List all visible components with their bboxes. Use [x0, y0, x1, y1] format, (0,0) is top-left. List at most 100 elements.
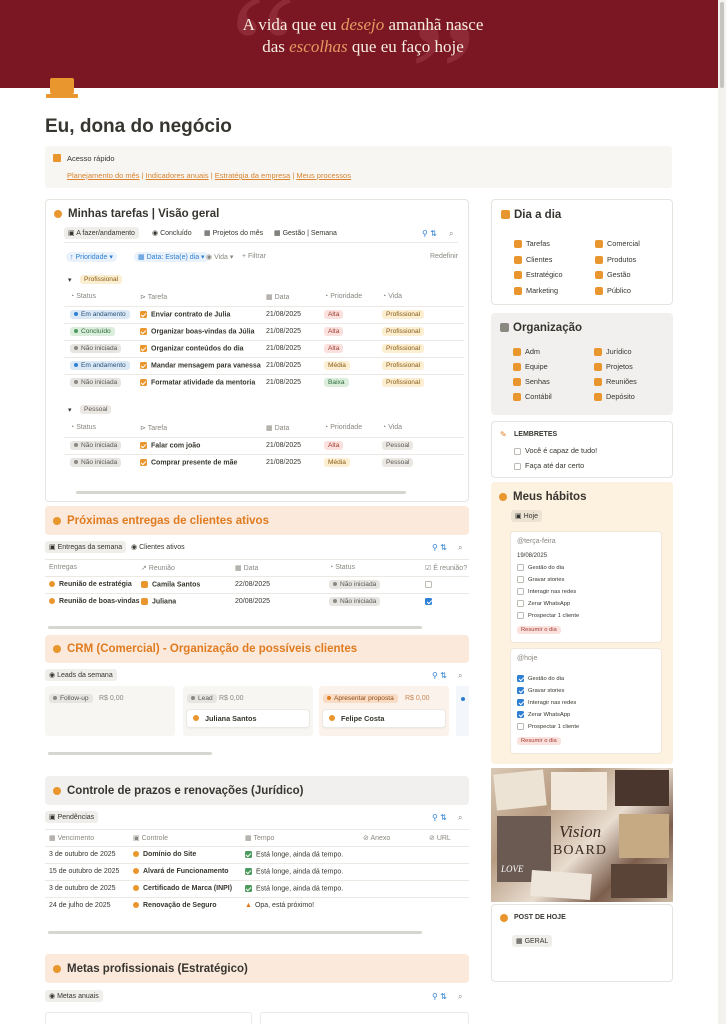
filter-prioridade[interactable]: ↑ Prioridade ▾	[66, 252, 117, 262]
link-tarefas[interactable]: Tarefas	[514, 239, 550, 249]
table-row[interactable]: 15 de outubro de 2025 Alvará de Funciona…	[45, 863, 469, 880]
todo-item[interactable]: Você é capaz de tudo!	[514, 446, 597, 455]
link-equipe[interactable]: Equipe	[513, 362, 548, 372]
kanban-column-proposta: Apresentar proposta R$ 0,00 Felipe Costa	[319, 686, 449, 736]
banner-quote-line-2: das escolhas que eu faço hoje	[262, 37, 464, 56]
habit-card[interactable]: @terça-feira 19/08/2025 Gestão do dia Gr…	[511, 532, 661, 642]
kanban-column-next	[456, 686, 469, 736]
filter-vida[interactable]: ◉ Vida ▾	[206, 253, 233, 261]
add-filter[interactable]: + Filtrar	[242, 253, 266, 260]
group-label-pessoal: Pessoal	[80, 405, 112, 414]
tasks-table-profissional: ◔ Status ⊳ Tarefa ▦ Data ◔ Prioridade ◔ …	[64, 289, 464, 397]
table-row[interactable]: Não iniciada Comprar presente de mãe 21/…	[64, 454, 464, 471]
search-icon[interactable]: ⌕	[458, 543, 462, 553]
horizontal-scrollbar[interactable]	[76, 491, 406, 494]
tab-a-fazer[interactable]: ▣ A fazer/andamento	[64, 227, 139, 239]
dia-a-dia-card: Dia a dia Tarefas Comercial Clientes Pro…	[491, 199, 673, 305]
metas-title: Metas profissionais (Estratégico)	[67, 963, 248, 975]
filter-icon[interactable]: ⚲ ⇅	[432, 992, 447, 1001]
quick-link[interactable]: Indicadores anuais	[146, 171, 209, 180]
table-row[interactable]: Concluído Organizar boas-vindas da Júlia…	[64, 323, 464, 340]
kanban-card[interactable]: Juliana Santos	[187, 710, 309, 727]
link-gestao[interactable]: Gestão	[595, 270, 631, 280]
table-row[interactable]: Não iniciada Organizar conteúdos do dia …	[64, 340, 464, 357]
circle-icon	[500, 914, 508, 922]
link-icon	[53, 154, 61, 162]
quick-access-title: Acesso rápido	[67, 154, 115, 163]
metas-card[interactable]	[45, 1012, 252, 1024]
search-icon[interactable]: ⌕	[458, 671, 462, 681]
quick-link[interactable]: Estratégia da empresa	[215, 171, 290, 180]
link-juridico[interactable]: Jurídico	[594, 347, 632, 357]
page-title: Eu, dona do negócio	[45, 116, 232, 137]
filter-icon[interactable]: ⚲ ⇅	[432, 671, 447, 680]
link-comercial[interactable]: Comercial	[595, 239, 640, 249]
tab-leads-semana[interactable]: ◉ Leads da semana	[45, 669, 117, 681]
habit-card[interactable]: @hoje Gestão do dia Gravar stories Inter…	[511, 649, 661, 753]
metas-card[interactable]	[260, 1012, 469, 1024]
group-label-profissional: Profissional	[80, 275, 123, 284]
table-row[interactable]: Reunião de boas-vindas Juliana 20/08/202…	[45, 593, 469, 610]
filter-icon[interactable]: ⚲ ⇅	[422, 229, 437, 238]
quick-link[interactable]: Meus processos	[296, 171, 351, 180]
tab-geral[interactable]: ▦ GERAL	[512, 935, 553, 947]
table-row[interactable]: 3 de outubro de 2025 Domínio do Site Est…	[45, 846, 469, 863]
filter-icon[interactable]: ⚲ ⇅	[432, 543, 447, 552]
tab-entregas-semana[interactable]: ▣ Entregas da semana	[45, 541, 127, 553]
juridico-title: Controle de prazos e renovações (Jurídic…	[67, 785, 304, 797]
search-icon[interactable]: ⌕	[458, 992, 462, 1002]
link-projetos[interactable]: Projetos	[594, 362, 633, 372]
table-row[interactable]: 3 de outubro de 2025 Certificado de Marc…	[45, 880, 469, 897]
tab-gestao[interactable]: ▦ Gestão | Semana	[274, 229, 337, 237]
warning-icon: ▲	[245, 902, 252, 909]
table-row[interactable]: Em andamento Enviar contrato de Julia 21…	[64, 306, 464, 323]
table-header: ◔ Status ⊳ Tarefa ▦ Data ◔ Prioridade ◔ …	[70, 424, 403, 432]
link-contabil[interactable]: Contábil	[513, 392, 552, 402]
dia-title: Dia a dia	[514, 209, 562, 221]
horizontal-scrollbar[interactable]	[48, 752, 212, 755]
arrow-circle-icon	[53, 645, 61, 653]
horizontal-scrollbar[interactable]	[48, 931, 422, 934]
link-senhas[interactable]: Senhas	[513, 377, 550, 387]
tab-projetos[interactable]: ▦ Projetos do mês	[204, 229, 263, 237]
link-marketing[interactable]: Marketing	[514, 286, 558, 296]
quick-links: Planejamento do mês | Indicadores anuais…	[67, 171, 351, 180]
link-reunioes[interactable]: Reuniões	[594, 377, 637, 387]
lembretes-card: ✎ LEMBRETES Você é capaz de tudo! Faça a…	[491, 421, 673, 478]
tab-pendencias[interactable]: ▣ Pendências	[45, 811, 99, 823]
reuniao-checkbox[interactable]	[425, 598, 432, 605]
group-toggle[interactable]: ▾	[68, 276, 72, 284]
table-row[interactable]: Não iniciada Formatar atividade da mento…	[64, 374, 464, 391]
table-row[interactable]: 24 de julho de 2025 Renovação de Seguro …	[45, 897, 469, 914]
link-clientes[interactable]: Clientes	[514, 255, 552, 265]
post-de-hoje-card: POST DE HOJE ▦ GERAL	[491, 904, 673, 982]
arrow-circle-icon	[53, 965, 61, 973]
link-deposito[interactable]: Depósito	[594, 392, 635, 402]
table-row[interactable]: Em andamento Mandar mensagem para vaness…	[64, 357, 464, 374]
table-row[interactable]: Não iniciada Falar com joão 21/08/2025 A…	[64, 437, 464, 454]
page-scrollbar[interactable]	[718, 0, 726, 1024]
reuniao-checkbox[interactable]	[425, 581, 432, 588]
link-adm[interactable]: Adm	[513, 347, 540, 357]
link-estrategico[interactable]: Estratégico	[514, 270, 563, 280]
lembretes-title: LEMBRETES	[514, 431, 558, 438]
tab-clientes-ativos[interactable]: ◉ Clientes ativos	[131, 543, 185, 551]
search-icon[interactable]: ⌕	[458, 813, 462, 823]
table-row[interactable]: Reunião de estratégia Camila Santos 22/0…	[45, 576, 469, 593]
tasks-table-pessoal: ◔ Status ⊳ Tarefa ▦ Data ◔ Prioridade ◔ …	[64, 420, 464, 474]
link-publico[interactable]: Público	[595, 286, 631, 296]
tab-metas-anuais[interactable]: ◉ Metas anuais	[45, 990, 103, 1002]
quick-link[interactable]: Planejamento do mês	[67, 171, 140, 180]
reset-filters[interactable]: Redefinir	[430, 253, 458, 260]
group-toggle[interactable]: ▾	[68, 406, 72, 414]
horizontal-scrollbar[interactable]	[48, 626, 422, 629]
tab-hoje[interactable]: ▣ Hoje	[511, 510, 542, 522]
link-produtos[interactable]: Produtos	[595, 255, 636, 265]
kanban-column-lead: Lead R$ 0,00 Juliana Santos	[183, 686, 313, 736]
filter-icon[interactable]: ⚲ ⇅	[432, 813, 447, 822]
tab-concluido[interactable]: ◉ Concluído	[152, 229, 192, 237]
kanban-card[interactable]: Felipe Costa	[323, 710, 445, 727]
search-icon[interactable]: ⌕	[449, 229, 453, 239]
todo-item[interactable]: Faça até dar certo	[514, 461, 584, 470]
filter-data[interactable]: ▦ Data: Esta(e) dia ▾	[134, 252, 209, 262]
